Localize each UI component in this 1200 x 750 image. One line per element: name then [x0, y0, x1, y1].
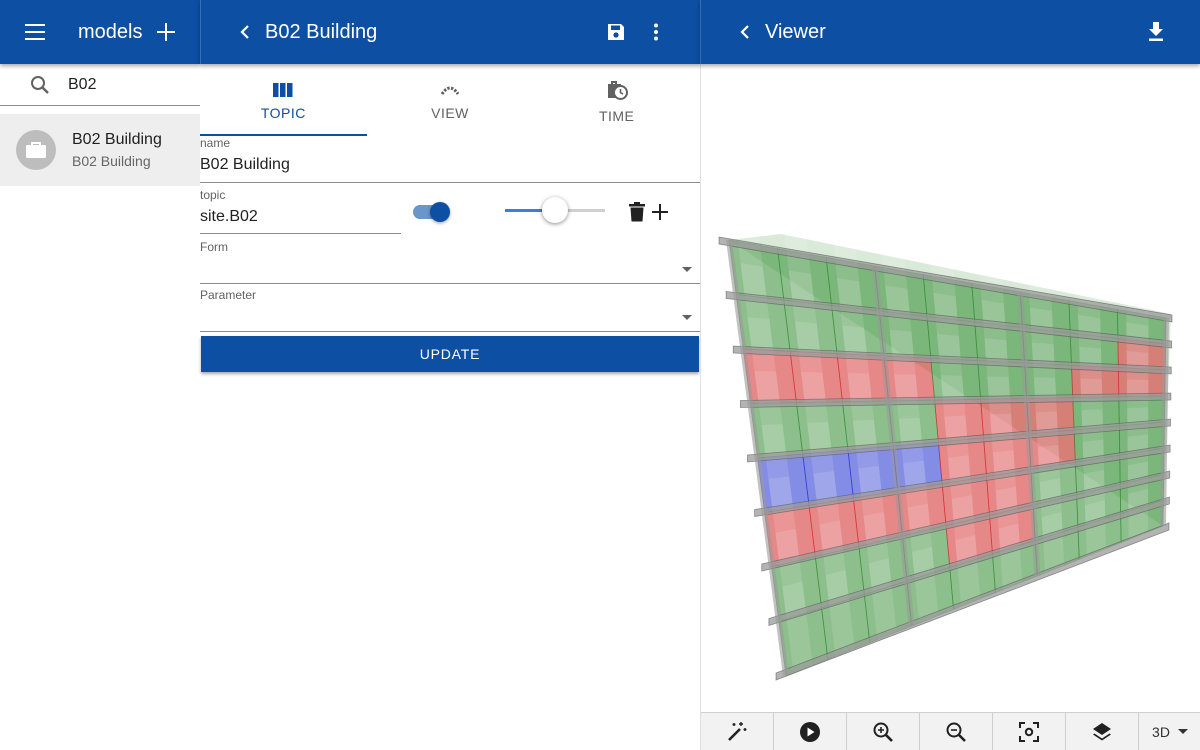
tab-view-label: VIEW [431, 105, 469, 121]
more-vert-icon[interactable] [644, 20, 668, 44]
parameter-select-value [200, 302, 700, 322]
viewer-app-bar: Viewer [700, 0, 1200, 64]
search-input[interactable] [68, 75, 188, 94]
building-3d-canvas[interactable] [701, 64, 1200, 712]
zoom-in-button[interactable] [847, 713, 920, 750]
briefcase-icon [26, 142, 46, 158]
search-icon [30, 75, 50, 95]
form-select[interactable]: Form [200, 236, 700, 284]
topic-field-label: topic [200, 188, 226, 202]
delete-topic-icon[interactable] [629, 202, 645, 227]
focus-button[interactable] [993, 713, 1066, 750]
editor-title: B02 Building [265, 20, 378, 43]
form-dropdown-arrow-icon [682, 267, 692, 272]
topic-visibility-toggle[interactable] [413, 202, 450, 222]
avatar [16, 130, 56, 170]
tab-topic[interactable]: TOPIC [200, 64, 367, 136]
editor-app-bar: B02 Building [200, 0, 700, 64]
name-input[interactable] [200, 152, 698, 177]
search-bar [0, 64, 200, 106]
toggle-thumb [430, 202, 450, 222]
viewer-toolbar: 3D [701, 712, 1200, 750]
topic-underline [200, 233, 401, 234]
viewer-pane: 3D [700, 64, 1200, 750]
magic-wand-icon [728, 722, 747, 741]
name-field-label: name [200, 136, 231, 150]
view-icon [441, 86, 459, 95]
models-title: models [78, 20, 143, 43]
app: models B02 Building Viewer B02 B02 Build… [0, 0, 1200, 750]
magic-wand-button[interactable] [701, 713, 774, 750]
tab-time[interactable]: TIME [533, 64, 700, 136]
window-panel [1041, 511, 1066, 608]
name-field: name [200, 136, 700, 184]
window-panel [1084, 500, 1107, 589]
list-item-text: B02 Building B02 Building [72, 131, 162, 169]
zoom-out-button[interactable] [920, 713, 993, 750]
time-icon [607, 81, 628, 100]
list-item-secondary: B02 Building [72, 153, 151, 169]
list-item-primary: B02 Building [72, 131, 162, 148]
zoom-in-icon [873, 722, 893, 742]
topic-opacity-slider[interactable] [505, 196, 605, 226]
add-model-icon[interactable] [154, 20, 178, 44]
list-item[interactable]: B02 Building B02 Building [0, 114, 200, 186]
viewer-title: Viewer [765, 20, 826, 43]
models-pane: B02 Building B02 Building [0, 64, 200, 750]
menu-icon[interactable] [24, 20, 48, 44]
columns-icon [273, 83, 293, 97]
tab-bar: TOPIC VIEW TIME [200, 64, 700, 136]
layers-icon [1093, 723, 1111, 741]
topic-field: topic [200, 184, 700, 236]
parameter-dropdown-arrow-icon [682, 315, 692, 320]
form-select-value [200, 254, 700, 274]
tab-topic-label: TOPIC [260, 105, 306, 121]
topic-input[interactable] [200, 204, 400, 229]
zoom-out-icon [946, 722, 966, 742]
view-mode-dropdown-arrow-icon [1177, 729, 1188, 734]
view-mode-select[interactable]: 3D [1139, 713, 1200, 750]
layers-button[interactable] [1066, 713, 1139, 750]
models-app-bar: models [0, 0, 200, 64]
building-model [718, 209, 1173, 712]
back-chevron-icon[interactable] [233, 20, 257, 44]
play-button[interactable] [774, 713, 847, 750]
focus-icon [1019, 722, 1039, 742]
save-icon[interactable] [604, 20, 628, 44]
window-panel [1128, 488, 1149, 569]
slider-thumb[interactable] [542, 197, 568, 223]
parameter-underline [200, 331, 700, 332]
download-icon[interactable] [1144, 20, 1168, 44]
tab-time-label: TIME [598, 108, 635, 124]
parameter-select-label: Parameter [200, 288, 257, 302]
editor-pane: TOPIC VIEW TIME name topic [200, 64, 700, 750]
add-topic-icon[interactable] [652, 204, 668, 225]
parameter-select[interactable]: Parameter [200, 284, 700, 332]
view-mode-value: 3D [1152, 723, 1170, 740]
name-underline [200, 182, 700, 183]
form-select-label: Form [200, 240, 228, 254]
viewer-back-chevron-icon[interactable] [733, 20, 757, 44]
update-button[interactable]: UPDATE [201, 336, 699, 372]
play-icon [800, 722, 820, 742]
tab-view[interactable]: VIEW [367, 64, 534, 136]
